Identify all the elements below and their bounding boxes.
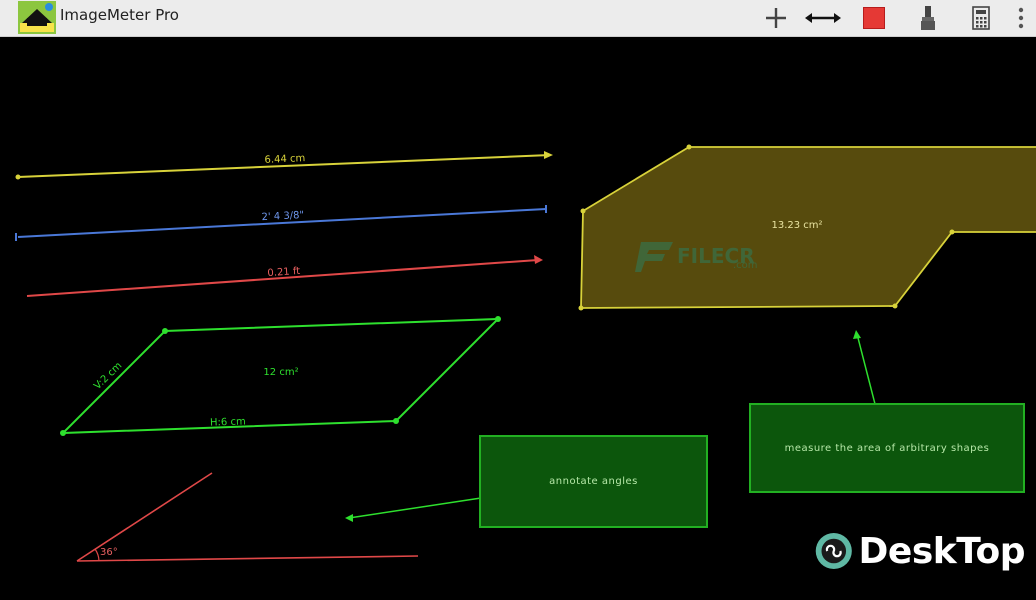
annotate-angles-text: annotate angles: [549, 476, 638, 487]
app-window: ImageMeter Pro 6.44 cm 2' 4 3/8" 0.21 ft…: [0, 0, 1036, 600]
blue-length-label: 2' 4 3/8": [261, 210, 304, 223]
yellow-length-label: 6.44 cm: [264, 153, 305, 166]
polygon-area-label: 13.23 cm²: [771, 220, 822, 231]
filecr-subtext: .com: [733, 260, 758, 271]
angle-annotation[interactable]: [76, 472, 419, 562]
measure-area-callout[interactable]: measure the area of arbitrary shapes: [749, 403, 1025, 493]
app-logo-icon: [18, 1, 56, 34]
calculator-icon: [972, 6, 990, 30]
color-button[interactable]: [852, 0, 896, 36]
measure-length-icon: [805, 13, 841, 23]
add-icon: [766, 8, 786, 28]
desktop-logo-icon: [815, 532, 852, 570]
parallelogram-base-label: H:6 cm: [210, 416, 246, 428]
red-length-label: 0.21 ft: [267, 266, 300, 279]
desktop-text: DeskTop: [858, 530, 1026, 572]
color-swatch: [863, 7, 885, 29]
title-bar: ImageMeter Pro: [0, 0, 1036, 37]
desktop-watermark: DeskTop: [815, 520, 1026, 582]
filecr-watermark: FILECR .com: [635, 236, 758, 276]
add-button[interactable]: [754, 0, 798, 36]
brush-icon: [921, 6, 935, 30]
more-options-icon: [1018, 7, 1024, 29]
filecr-logo-icon: [635, 242, 673, 272]
app-title: ImageMeter Pro: [60, 6, 179, 24]
calculator-button[interactable]: [959, 0, 1003, 36]
angles-callout-arrowhead: [345, 514, 353, 522]
measure-area-text: measure the area of arbitrary shapes: [784, 442, 990, 454]
annotate-angles-callout[interactable]: annotate angles: [479, 435, 708, 528]
more-options-button[interactable]: [1006, 0, 1036, 36]
parallelogram-area-label: 12 cm²: [263, 367, 298, 378]
angle-label: 36°: [100, 547, 118, 558]
area-callout-arrowhead: [853, 330, 861, 339]
brush-button[interactable]: [906, 0, 950, 36]
area-callout-pointer: [856, 333, 876, 405]
angles-callout-pointer: [348, 497, 482, 519]
measure-length-button[interactable]: [801, 0, 845, 36]
